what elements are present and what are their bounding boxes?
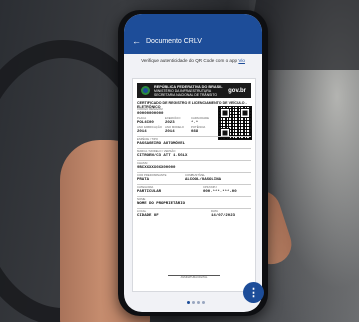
qr-finder [240,108,250,118]
vio-link[interactable]: Vio [238,58,245,63]
verify-text: Verifique autenticidade do QR Code com o… [141,58,238,63]
app-bar: ← Documento CRLV [124,14,262,54]
page-indicator[interactable] [187,301,205,304]
digital-signature: ASSINATURA DIGITAL [168,275,220,279]
field-cpf: CPF/CNPJ 000.***.***-00 [203,185,237,194]
field-categoria: CATEGORIA PARTICULAR [137,185,162,194]
more-vertical-icon[interactable]: ⋮ [243,282,264,303]
field-ano-fab: ANO FABRICAÇÃO 2014 [137,125,162,134]
page-title: Documento CRLV [146,37,202,45]
page-dot[interactable] [187,301,190,304]
qr-finder [220,108,230,118]
field-cor: COR PREDOMINANTE PRATA [137,173,167,182]
field-especie: ESPÉCIE / TIPO PASSAGEIRO AUTOMÓVEL [137,137,186,146]
crlv-document: REPÚBLICA FEDERATIVA DO BRASIL MINISTÉRI… [132,78,256,292]
page-dot[interactable] [202,301,205,304]
secretariat-line: SECRETARIA NACIONAL DE TRÂNSITO [154,92,217,97]
photo-scene: ← Documento CRLV Verifique autenticidade… [0,0,359,322]
field-potencia: POTÊNCIA 088 [191,125,206,134]
phone-screen: ← Documento CRLV Verifique autenticidade… [124,14,262,312]
verify-notice: Verifique autenticidade do QR Code com o… [124,54,262,65]
field-chassi: CHASSI 9BCXXXXX0XX00000 [137,161,176,170]
field-local: LOCAL CIDADE UF [137,209,159,218]
gov-br-logo: gov.br [228,87,246,94]
page-dot[interactable] [197,301,200,304]
qr-code [218,106,252,140]
field-marca: MARCA / MODELO / VERSÃO CITROEN/C3 ATT 1.… [137,149,188,158]
field-combustivel: COMBUSTÍVEL ALCOOL/GASOLINA [185,173,222,182]
page-dot[interactable] [192,301,195,304]
field-data: DATA 14/07/2023 [211,209,236,218]
gov-banner: REPÚBLICA FEDERATIVA DO BRASIL MINISTÉRI… [137,83,251,98]
field-ano-modelo: ANO MODELO 2014 [165,125,184,134]
brazil-seal-icon [141,86,150,95]
field-nome: NOME NOME DO PROPRIETÁRIO [137,197,186,206]
org-text: REPÚBLICA FEDERATIVA DO BRASIL MINISTÉRI… [154,85,223,97]
arrow-left-icon[interactable]: ← [132,36,141,46]
